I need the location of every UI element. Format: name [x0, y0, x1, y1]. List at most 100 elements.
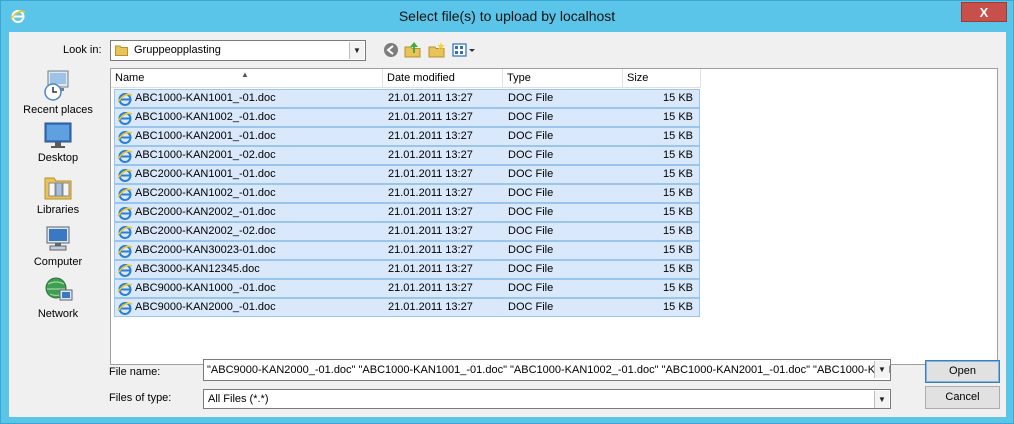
chevron-down-icon[interactable]: ▼ — [874, 391, 889, 408]
column-label: Name — [115, 72, 145, 84]
file-row[interactable]: ABC1000-KAN2001_-02.doc 21.01.2011 13:27 D… — [114, 146, 700, 165]
file-size-cell: 15 KB — [663, 111, 693, 123]
file-row[interactable]: ABC2000-KAN2002_-02.doc 21.01.2011 13:27 D… — [114, 222, 700, 241]
up-folder-icon[interactable] — [403, 41, 423, 59]
doc-file-icon — [117, 93, 133, 106]
file-size-cell: 15 KB — [663, 149, 693, 161]
file-date-cell: 21.01.2011 13:27 — [388, 149, 473, 161]
place-desktop[interactable]: Desktop — [11, 120, 105, 172]
file-date-cell: 21.01.2011 13:27 — [388, 206, 473, 218]
doc-file-icon — [117, 283, 133, 296]
file-row[interactable]: ABC1000-KAN1002_-01.doc 21.01.2011 13:27 D… — [114, 108, 700, 127]
file-name-cell: ABC1000-KAN1002_-01.doc — [135, 111, 276, 123]
file-size-cell: 15 KB — [663, 168, 693, 180]
column-header-type[interactable]: Type — [503, 69, 623, 88]
file-date-cell: 21.01.2011 13:27 — [388, 263, 473, 275]
computer-icon — [46, 226, 70, 251]
file-name-cell: ABC2000-KAN2002_-02.doc — [135, 225, 276, 237]
chevron-down-icon[interactable]: ▼ — [874, 361, 889, 378]
place-label: Computer — [33, 256, 83, 268]
file-name-cell: ABC2000-KAN30023-01.doc — [135, 244, 276, 256]
file-type-cell: DOC File — [508, 206, 554, 218]
file-list[interactable]: Name ▲ Date modified Type Size ABC1000-K… — [110, 68, 998, 365]
file-date-cell: 21.01.2011 13:27 — [388, 301, 473, 313]
file-type-label: Files of type: — [109, 392, 172, 404]
chevron-down-icon[interactable]: ▼ — [349, 42, 364, 59]
look-in-value: Gruppeopplasting — [134, 44, 221, 56]
file-type-value: All Files (*.*) — [208, 393, 269, 405]
place-label: Recent places — [23, 104, 93, 116]
file-size-cell: 15 KB — [663, 282, 693, 294]
file-name-cell: ABC9000-KAN1000_-01.doc — [135, 282, 276, 294]
doc-file-icon — [117, 169, 133, 182]
doc-file-icon — [117, 188, 133, 201]
file-type-dropdown[interactable]: All Files (*.*) ▼ — [203, 389, 891, 409]
file-row[interactable]: ABC2000-KAN30023-01.doc 21.01.2011 13:27 D… — [114, 241, 700, 260]
file-upload-dialog: Select file(s) to upload by localhost X … — [0, 0, 1014, 424]
recent-places-icon — [44, 70, 69, 101]
folder-icon — [115, 45, 128, 56]
file-row[interactable]: ABC9000-KAN2000_-01.doc 21.01.2011 13:27 D… — [114, 298, 700, 317]
doc-file-icon — [117, 264, 133, 277]
back-icon[interactable] — [381, 41, 401, 59]
file-row[interactable]: ABC1000-KAN2001_-01.doc 21.01.2011 13:27 D… — [114, 127, 700, 146]
file-type-cell: DOC File — [508, 225, 554, 237]
file-row[interactable]: ABC2000-KAN1001_-01.doc 21.01.2011 13:27 D… — [114, 165, 700, 184]
file-row[interactable]: ABC9000-KAN1000_-01.doc 21.01.2011 13:27 D… — [114, 279, 700, 298]
file-type-cell: DOC File — [508, 282, 554, 294]
file-size-cell: 15 KB — [663, 130, 693, 142]
file-row[interactable]: ABC1000-KAN1001_-01.doc 21.01.2011 13:27 D… — [114, 89, 700, 108]
file-name-cell: ABC1000-KAN2001_-02.doc — [135, 149, 276, 161]
file-name-cell: ABC2000-KAN1002_-01.doc — [135, 187, 276, 199]
file-size-cell: 15 KB — [663, 187, 693, 199]
open-button[interactable]: Open — [925, 360, 1000, 383]
column-header-date-modified[interactable]: Date modified — [383, 69, 503, 88]
file-size-cell: 15 KB — [663, 263, 693, 275]
doc-file-icon — [117, 226, 133, 239]
file-type-cell: DOC File — [508, 168, 554, 180]
libraries-icon — [44, 177, 72, 200]
place-libraries[interactable]: Libraries — [11, 172, 105, 224]
file-row[interactable]: ABC2000-KAN1002_-01.doc 21.01.2011 13:27 D… — [114, 184, 700, 203]
file-row[interactable]: ABC3000-KAN12345.doc 21.01.2011 13:27 DOC … — [114, 260, 700, 279]
file-name-input[interactable]: "ABC9000-KAN2000_-01.doc" "ABC1000-KAN10… — [203, 359, 891, 381]
column-label: Date modified — [387, 72, 455, 84]
column-header-name[interactable]: Name ▲ — [111, 69, 383, 88]
file-size-cell: 15 KB — [663, 92, 693, 104]
place-recent-places[interactable]: Recent places — [11, 68, 105, 120]
new-folder-icon[interactable] — [427, 41, 447, 59]
file-type-cell: DOC File — [508, 263, 554, 275]
cancel-button[interactable]: Cancel — [925, 386, 1000, 409]
file-date-cell: 21.01.2011 13:27 — [388, 225, 473, 237]
file-row[interactable]: ABC2000-KAN2002_-01.doc 21.01.2011 13:27 D… — [114, 203, 700, 222]
file-date-cell: 21.01.2011 13:27 — [388, 111, 473, 123]
place-label: Network — [37, 308, 79, 320]
look-in-label: Look in: — [63, 44, 102, 56]
desktop-icon — [44, 122, 72, 148]
doc-file-icon — [117, 131, 133, 144]
file-name-label: File name: — [109, 366, 161, 378]
close-button[interactable]: X — [961, 2, 1007, 22]
doc-file-icon — [117, 112, 133, 125]
look-in-dropdown[interactable]: Gruppeopplasting ▼ — [110, 40, 366, 61]
doc-file-icon — [117, 207, 133, 220]
place-network[interactable]: Network — [11, 276, 105, 328]
file-name-cell: ABC1000-KAN2001_-01.doc — [135, 130, 276, 142]
file-size-cell: 15 KB — [663, 244, 693, 256]
file-date-cell: 21.01.2011 13:27 — [388, 187, 473, 199]
file-size-cell: 15 KB — [663, 301, 693, 313]
dialog-body: Look in: Gruppeopplasting ▼ Recent place… — [9, 32, 1006, 417]
file-date-cell: 21.01.2011 13:27 — [388, 130, 473, 142]
column-label: Size — [627, 72, 649, 84]
title-bar[interactable]: Select file(s) to upload by localhost X — [1, 1, 1013, 31]
place-computer[interactable]: Computer — [11, 224, 105, 276]
column-header-size[interactable]: Size — [623, 69, 701, 88]
window-title: Select file(s) to upload by localhost — [398, 8, 616, 24]
file-size-cell: 15 KB — [663, 206, 693, 218]
network-icon — [45, 277, 73, 301]
place-label: Libraries — [36, 204, 80, 216]
file-type-cell: DOC File — [508, 301, 554, 313]
view-menu-icon[interactable] — [451, 41, 477, 59]
file-type-cell: DOC File — [508, 92, 554, 104]
sort-ascending-icon: ▲ — [241, 70, 249, 79]
